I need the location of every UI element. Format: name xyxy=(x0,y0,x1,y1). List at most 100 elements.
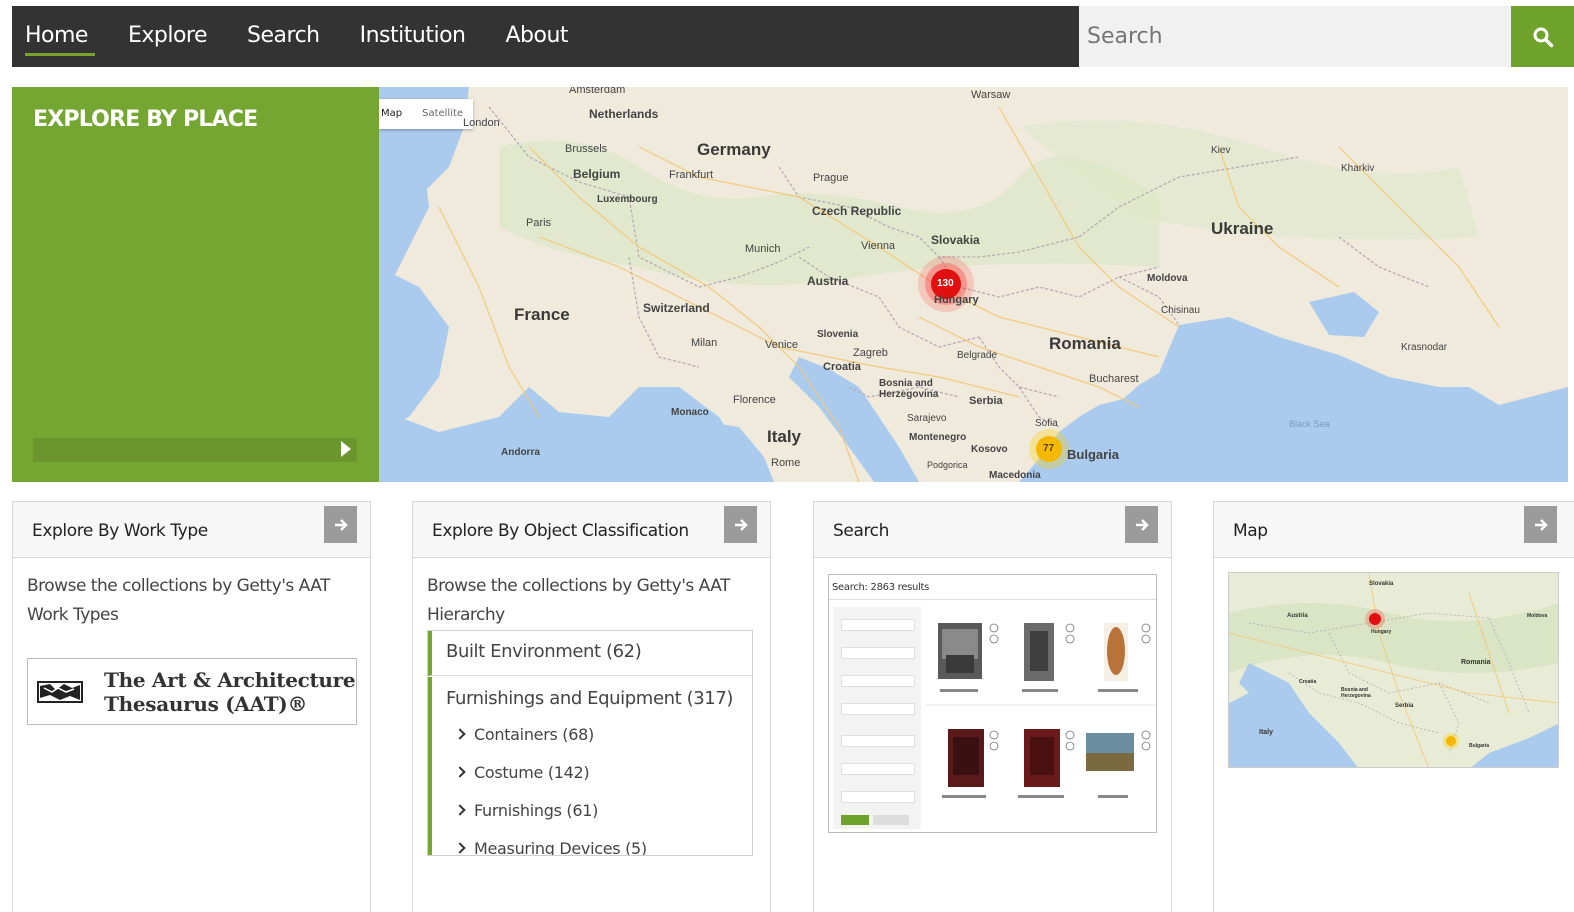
tree-item-label: Furnishings and Equipment (317) xyxy=(446,688,734,709)
nav-institution[interactable]: Institution xyxy=(340,6,486,67)
search-input[interactable] xyxy=(1079,6,1511,67)
search-preview-screenshot[interactable]: Search: 2863 results xyxy=(828,574,1157,833)
map-label-bosnia: Bosnia and Herzegovina xyxy=(879,378,939,400)
map-label-france: France xyxy=(514,305,570,324)
mini-label-italy: Italy xyxy=(1259,729,1274,736)
card-description: Browse the collections by Getty's AAT Wo… xyxy=(27,576,330,625)
preview-field xyxy=(841,675,915,687)
map-city-paris: Paris xyxy=(526,217,552,229)
map-label-germany: Germany xyxy=(697,140,771,159)
map-label-belgium: Belgium xyxy=(573,167,621,181)
map-city-belgrade: Belgrade xyxy=(957,350,998,361)
map-type-control: Map Satellite xyxy=(379,99,474,129)
map-label-ukraine: Ukraine xyxy=(1211,219,1274,238)
tree-child-containers[interactable]: Containers (68) xyxy=(454,725,594,744)
tree-child-measuring-devices[interactable]: Measuring Devices (5) xyxy=(454,839,647,856)
map-background xyxy=(379,87,1568,482)
aat-link[interactable]: The Art & Architecture Thesaurus (AAT)® xyxy=(27,658,357,725)
tree-child-label: Measuring Devices (5) xyxy=(474,839,647,856)
arrow-right-icon xyxy=(1135,518,1149,531)
preview-field xyxy=(841,735,915,747)
nav-explore[interactable]: Explore xyxy=(108,6,227,67)
search-preview-title: Search: 2863 results xyxy=(832,582,930,593)
tree-child-furnishings[interactable]: Furnishings (61) xyxy=(454,801,598,820)
tree-item-built-environment[interactable]: Built Environment (62) xyxy=(428,631,752,676)
map-label-kosovo: Kosovo xyxy=(971,444,1008,455)
tree-child-costume[interactable]: Costume (142) xyxy=(454,763,590,782)
map-label-hungary: Hungary xyxy=(934,294,979,306)
mini-map-background xyxy=(1229,573,1558,767)
map-city-kiev: Kiev xyxy=(1211,145,1231,156)
preview-search-button xyxy=(841,815,869,825)
card-map: Map Slovakia Austria Hungary Romania Cro… xyxy=(1213,501,1574,912)
map-label-italy: Italy xyxy=(767,427,802,446)
card-search: Search Search: 2863 results xyxy=(813,501,1172,912)
map-label-black-sea: Black Sea xyxy=(1289,419,1330,429)
map-label-romania: Romania xyxy=(1049,334,1121,353)
open-card-button[interactable] xyxy=(724,506,757,543)
map-city-london: London xyxy=(463,117,500,129)
map-label-macedonia: Macedonia xyxy=(989,470,1041,481)
map-label-austria: Austria xyxy=(807,274,849,288)
map-label-montenegro: Montenegro xyxy=(909,432,967,443)
slide-progress-bar[interactable] xyxy=(33,438,357,462)
card-header: Explore By Object Classification xyxy=(413,502,770,558)
preview-field xyxy=(841,763,915,775)
map-type-map-button[interactable]: Map xyxy=(379,99,412,129)
mini-label-austria: Austria xyxy=(1287,613,1308,619)
next-slide-icon[interactable] xyxy=(341,441,351,457)
map-city-bucharest: Bucharest xyxy=(1089,373,1139,385)
map-city-milan: Milan xyxy=(691,337,718,349)
aat-label-line1: The Art & Architecture xyxy=(104,667,356,692)
map-label-serbia: Serbia xyxy=(969,395,1003,407)
nav-search[interactable]: Search xyxy=(227,6,340,67)
map-cluster-hungary[interactable]: 130 xyxy=(937,278,954,289)
map-label-czech-republic: Czech Republic xyxy=(812,204,902,218)
card-explore-by-work-type: Explore By Work Type Browse the collecti… xyxy=(12,501,371,912)
map-city-zagreb: Zagreb xyxy=(853,347,888,359)
tree-child-label: Containers (68) xyxy=(474,725,594,744)
card-header: Map xyxy=(1214,502,1574,558)
map-city-prague: Prague xyxy=(813,172,849,184)
map-cluster-bulgaria[interactable]: 77 xyxy=(1043,443,1054,454)
arrow-right-icon xyxy=(334,518,348,531)
nav-home[interactable]: Home xyxy=(12,6,108,67)
map-city-sarajevo: Sarajevo xyxy=(907,413,947,424)
open-card-button[interactable] xyxy=(1125,506,1158,543)
map-label-andorra: Andorra xyxy=(501,447,540,458)
chevron-right-icon xyxy=(454,728,466,740)
nav-about[interactable]: About xyxy=(485,6,588,67)
top-navigation-bar: Home Explore Search Institution About xyxy=(12,6,1574,67)
card-title: Map xyxy=(1233,521,1268,541)
main-nav: Home Explore Search Institution About xyxy=(12,6,588,67)
map-city-vienna: Vienna xyxy=(861,240,896,252)
map-label-luxembourg: Luxembourg xyxy=(597,194,658,205)
mini-label-bosnia: Bosnia and Herzegovina xyxy=(1341,687,1371,699)
search-button[interactable] xyxy=(1511,6,1574,67)
preview-field xyxy=(841,791,915,803)
map-label-slovakia: Slovakia xyxy=(931,233,980,247)
hero-panel: EXPLORE BY PLACE xyxy=(12,87,379,482)
divider xyxy=(829,599,1156,600)
aat-label-line2: Thesaurus (AAT)® xyxy=(104,691,308,716)
mini-label-bulgaria: Bulgaria xyxy=(1469,743,1490,749)
preview-reset-button xyxy=(873,815,909,825)
aat-label: The Art & Architecture Thesaurus (AAT)® xyxy=(104,667,356,716)
map-city-florence: Florence xyxy=(733,394,776,406)
preview-field xyxy=(841,619,915,631)
map-city-chisinau: Chisinau xyxy=(1161,305,1200,316)
classification-tree: Built Environment (62) Furnishings and E… xyxy=(427,630,753,856)
hero-title: EXPLORE BY PLACE xyxy=(33,107,258,132)
place-map[interactable]: Map Satellite Germany France Ukraine Rom… xyxy=(379,87,1568,482)
mini-label-croatia: Croatia xyxy=(1299,679,1317,685)
card-header: Explore By Work Type xyxy=(13,502,370,558)
mini-label-romania: Romania xyxy=(1461,659,1491,666)
mini-map-preview[interactable]: Slovakia Austria Hungary Romania Croatia… xyxy=(1228,572,1559,768)
map-city-warsaw: Warsaw xyxy=(971,89,1011,101)
arrow-right-icon xyxy=(734,518,748,531)
open-card-button[interactable] xyxy=(324,506,357,543)
open-card-button[interactable] xyxy=(1524,506,1557,543)
card-description: Browse the collections by Getty's AAT Hi… xyxy=(427,576,730,625)
map-label-croatia: Croatia xyxy=(823,361,861,373)
explore-by-place-hero: EXPLORE BY PLACE Map Satellite Germany F… xyxy=(12,87,1568,482)
